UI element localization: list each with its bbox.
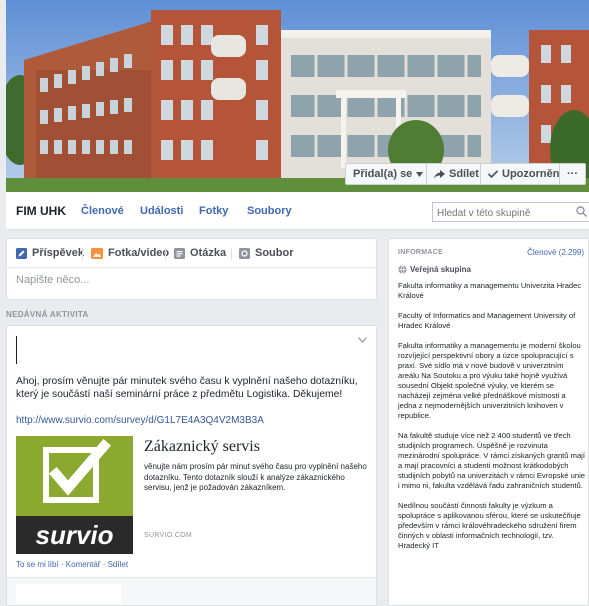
composer-tab-post-label: Příspěvek [32, 247, 84, 259]
cover-photo: Přidal(a) se Sdílet Upozornění ··· [6, 0, 589, 192]
post-comments-area [7, 577, 376, 605]
description-paragraph: Nedílnou součástí činnosti fakulty je vý… [398, 501, 581, 550]
post-author-placeholder [16, 336, 17, 364]
post-options-chevron-icon[interactable] [358, 337, 367, 343]
group-search-box [432, 202, 589, 223]
joined-label: Přidal(a) se [353, 168, 413, 180]
composer-tab-divider [82, 248, 83, 260]
link-preview-card[interactable]: survio Zákaznický servis věnujte nám pro… [16, 436, 371, 554]
composer-tab-photo-label: Fotka/video [108, 247, 170, 259]
composer-tab-question-label: Otázka [190, 247, 227, 259]
description-paragraph: Na fakultě studuje více než 2 400 studen… [398, 431, 585, 490]
share-label: Sdílet [449, 168, 479, 180]
composer-tab-file-label: Soubor [255, 247, 294, 259]
recent-activity-label: NEDÁVNÁ AKTIVITA [6, 310, 89, 319]
preview-title[interactable]: Zákaznický servis [144, 438, 260, 456]
tab-members[interactable]: Členové [81, 205, 124, 217]
feed-post: Ahoj, prosím věnujte pár minutek svého č… [6, 325, 377, 606]
file-icon [239, 247, 250, 259]
notifications-label: Upozornění [502, 168, 563, 180]
checkbox-check-icon [43, 438, 112, 503]
tab-files[interactable]: Soubory [247, 205, 292, 217]
description-paragraph: Fakulta informatiky a managementu je mod… [398, 341, 581, 420]
comment-box[interactable] [16, 584, 121, 605]
survio-logo-top [16, 436, 133, 516]
tab-events[interactable]: Události [140, 205, 183, 217]
photo-icon [91, 247, 103, 259]
tab-photos[interactable]: Fotky [199, 205, 228, 217]
composer-tab-question[interactable]: Otázka [174, 247, 226, 259]
members-count-link[interactable]: Členové (2.299) [527, 248, 584, 257]
question-list-icon [174, 247, 185, 259]
post-text: Ahoj, prosím věnujte pár minutek svého č… [16, 376, 358, 400]
notifications-button[interactable]: Upozornění [480, 163, 571, 185]
post-link[interactable]: http://www.survio.com/survey/d/G1L7E4A3Q… [16, 415, 264, 426]
preview-domain: SURVIO.COM [144, 532, 192, 539]
globe-icon [398, 265, 407, 274]
composer-tab-file[interactable]: Soubor [239, 247, 294, 259]
composer-tab-post[interactable]: Příspěvek [16, 247, 84, 259]
composer-tab-divider [165, 248, 166, 260]
group-description: Fakulta informatiky a managementu Univer… [398, 281, 586, 561]
pencil-icon [16, 247, 27, 259]
post-actions[interactable]: To se mi líbí · Komentář · Sdílet [16, 560, 128, 569]
group-name-tab[interactable]: FIM UHK [16, 204, 66, 218]
joined-dropdown-button[interactable]: Přidal(a) se [345, 163, 432, 185]
group-search-input[interactable] [433, 204, 563, 223]
composer-tab-photo-video[interactable]: Fotka/video [91, 247, 169, 259]
info-heading: INFORMACE [398, 249, 444, 256]
group-type: Veřejná skupina [398, 265, 471, 274]
more-options-button[interactable]: ··· [559, 163, 586, 185]
group-nav-bar: FIM UHK Členové Události Fotky Soubory [6, 192, 589, 230]
composer-tab-divider [231, 248, 232, 260]
post-composer: Příspěvek Fotka/video Otázka Soubor Napi… [6, 238, 377, 300]
description-paragraph: Faculty of Informatics and Management Un… [398, 311, 576, 330]
chevron-down-icon [416, 171, 424, 177]
group-info-panel: INFORMACE Členové (2.299) Veřejná skupin… [388, 238, 589, 606]
group-type-label: Veřejná skupina [410, 265, 471, 274]
more-icon: ··· [567, 168, 578, 180]
share-button[interactable]: Sdílet [426, 163, 487, 185]
search-icon[interactable] [576, 206, 587, 217]
description-paragraph: Fakulta informatiky a managementu Univer… [398, 281, 582, 300]
preview-description: věnujte nám prosím pár minut svého času … [144, 462, 367, 492]
survio-logo-image: survio [16, 436, 133, 554]
checkmark-icon [488, 170, 498, 178]
composer-text-input[interactable]: Napište něco... [16, 274, 89, 286]
share-arrow-icon [434, 169, 445, 179]
composer-divider [7, 267, 376, 268]
survio-wordmark: survio [35, 520, 114, 550]
